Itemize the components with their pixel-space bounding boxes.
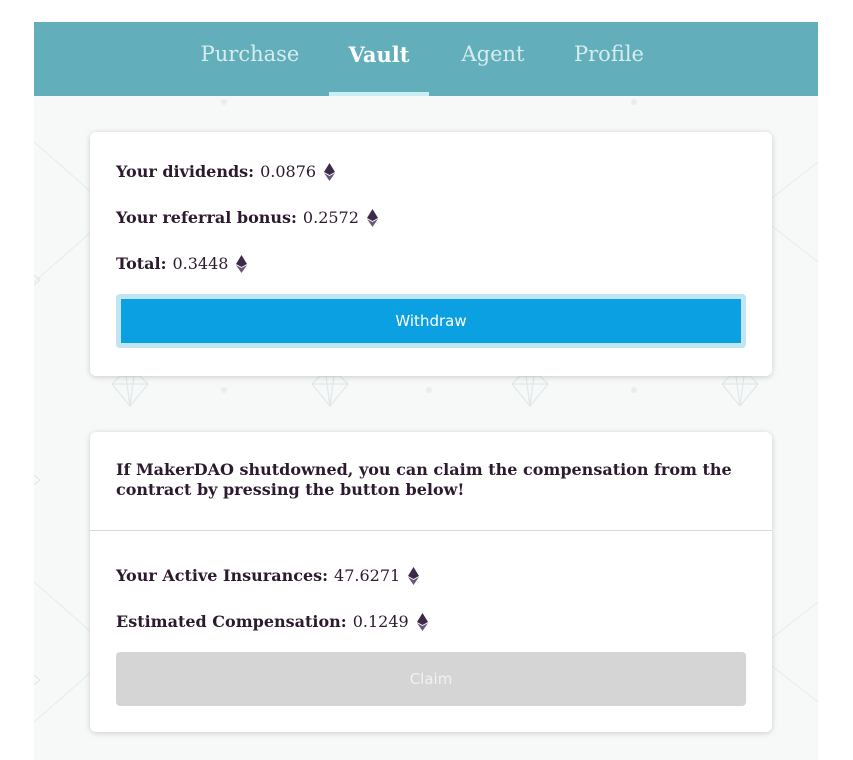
dividends-value: 0.0876 — [260, 162, 317, 181]
active-insurances-label: Your Active Insurances: — [116, 566, 329, 585]
active-insurances-row: Your Active Insurances: 47.6271 — [116, 566, 420, 585]
estimated-compensation-value: 0.1249 — [352, 612, 409, 631]
tab-agent[interactable]: Agent — [449, 22, 537, 96]
total-row: Total: 0.3448 — [116, 254, 248, 273]
active-insurances-value: 47.6271 — [334, 566, 401, 585]
referral-bonus-row: Your referral bonus: 0.2572 — [116, 208, 378, 227]
withdraw-button[interactable]: Withdraw — [116, 294, 746, 348]
claim-button[interactable]: Claim — [116, 652, 746, 706]
vault-card: Your dividends: 0.0876 Your referral bon… — [90, 132, 772, 376]
referral-bonus-value: 0.2572 — [302, 208, 359, 227]
total-value: 0.3448 — [172, 254, 229, 273]
tab-profile[interactable]: Profile — [557, 22, 661, 96]
vault-page: Purchase Vault Agent Profile Your divide… — [34, 22, 818, 760]
dividends-row: Your dividends: 0.0876 — [116, 162, 336, 181]
top-navbar: Purchase Vault Agent Profile — [34, 22, 818, 96]
estimated-compensation-row: Estimated Compensation: 0.1249 — [116, 612, 428, 631]
estimated-compensation-label: Estimated Compensation: — [116, 612, 347, 631]
tab-vault[interactable]: Vault — [329, 22, 429, 96]
nav-tabs: Purchase Vault Agent Profile — [34, 22, 818, 96]
referral-bonus-label: Your referral bonus: — [116, 208, 297, 227]
compensation-notice: If MakerDAO shutdowned, you can claim th… — [116, 460, 732, 499]
ethereum-icon — [416, 612, 428, 631]
card-divider — [90, 530, 772, 531]
ethereum-icon — [366, 208, 378, 227]
tab-purchase[interactable]: Purchase — [191, 22, 309, 96]
dividends-label: Your dividends: — [116, 162, 255, 181]
ethereum-icon — [408, 566, 420, 585]
ethereum-icon — [236, 254, 248, 273]
ethereum-icon — [324, 162, 336, 181]
total-label: Total: — [116, 254, 167, 273]
insurance-card: If MakerDAO shutdowned, you can claim th… — [90, 432, 772, 732]
